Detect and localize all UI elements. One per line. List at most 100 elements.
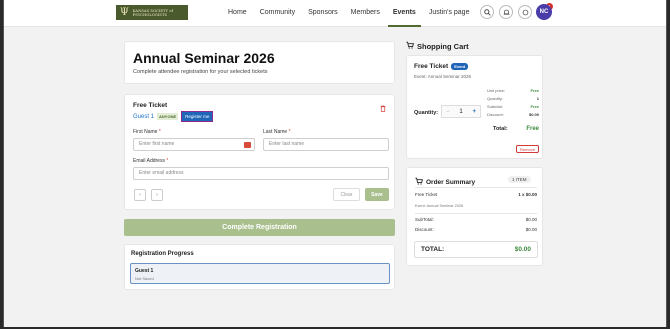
- password-manager-icon[interactable]: [244, 142, 251, 148]
- unit-price-label: Unit price:: [487, 88, 506, 93]
- summary-subtotal-value: $0.00: [525, 217, 537, 222]
- last-name-label: Last Name *: [263, 129, 291, 135]
- quantity-stepper[interactable]: − 1 +: [441, 105, 481, 118]
- first-name-field[interactable]: Enter first name: [133, 138, 255, 151]
- guest-progress-name: Guest 1: [135, 268, 154, 274]
- first-name-placeholder: Enter first name: [139, 141, 175, 147]
- discount-value: $0.00: [528, 112, 539, 117]
- qty-label: Quantity:: [414, 110, 439, 116]
- last-name-label-text: Last Name: [263, 129, 288, 135]
- next-guest-button[interactable]: ›: [151, 189, 163, 201]
- email-placeholder: Enter email address: [139, 170, 184, 176]
- order-summary-heading: Order Summary: [415, 177, 475, 187]
- divider: [415, 187, 537, 188]
- email-label: Email Address *: [133, 158, 168, 164]
- summary-discount-label: Discount:: [415, 227, 434, 232]
- nav-link-sponsors[interactable]: Sponsors: [303, 0, 343, 27]
- register-me-button[interactable]: Register me: [181, 111, 214, 122]
- unit-price-row: Unit price: Free: [487, 88, 539, 93]
- email-label-text: Email Address: [133, 158, 165, 164]
- guest-line: Guest 1 ANYONE Register me: [133, 111, 214, 122]
- order-summary-cart-icon: [415, 177, 424, 187]
- shopping-cart-title: Shopping Cart: [417, 41, 469, 51]
- anyone-badge: ANYONE: [157, 113, 179, 120]
- last-name-field[interactable]: Enter last name: [263, 138, 389, 151]
- decrement-button[interactable]: −: [446, 109, 450, 115]
- browser-frame: Ψ KANSAS SOCIETY of PSYCHOLOGISTS Home C…: [3, 0, 667, 327]
- discount-row: Discount: $0.00: [487, 112, 539, 117]
- top-nav: Ψ KANSAS SOCIETY of PSYCHOLOGISTS Home C…: [4, 0, 666, 27]
- page-title: Annual Seminar 2026: [133, 50, 275, 66]
- cart-item-title: Free Ticket: [414, 63, 449, 70]
- summary-subtotal-label: SubTotal:: [415, 217, 434, 222]
- items-count-badge: 1 ITEM: [508, 176, 531, 183]
- quantity-value: 1: [536, 96, 539, 101]
- subtotal-value: Free: [530, 104, 539, 109]
- discount-label: Discount:: [487, 112, 504, 117]
- summary-item-name: Free Ticket: [415, 192, 438, 197]
- cart-total-value: Free: [526, 126, 539, 132]
- prev-guest-button[interactable]: ‹: [134, 189, 146, 201]
- first-name-label: First Name *: [133, 129, 161, 135]
- nav-link-justins-page[interactable]: Justin's page: [424, 0, 475, 27]
- complete-registration-button[interactable]: Complete Registration: [124, 219, 395, 236]
- required-mark: *: [158, 129, 161, 135]
- subtotal-row: Subtotal: Free: [487, 104, 539, 109]
- order-summary-title: Order Summary: [426, 178, 476, 186]
- trash-icon[interactable]: [380, 105, 386, 114]
- summary-subtotal-row: SubTotal: $0.00: [415, 217, 537, 222]
- subtotal-label: Subtotal:: [487, 104, 503, 109]
- event-badge: Event: [451, 63, 469, 70]
- email-field[interactable]: Enter email address: [133, 167, 389, 180]
- user-avatar[interactable]: NC: [536, 4, 552, 20]
- summary-total-label: TOTAL:: [421, 246, 445, 253]
- logo-text: KANSAS SOCIETY of PSYCHOLOGISTS: [132, 8, 174, 17]
- search-icon[interactable]: [480, 5, 494, 19]
- cart-total-row: Total: Free: [493, 126, 539, 132]
- summary-item-row: Free Ticket 1 x $0.00: [415, 192, 537, 197]
- guest-progress-status: Not Saved: [135, 276, 154, 281]
- summary-total-value: $0.00: [514, 246, 531, 253]
- page-subtitle: Complete attendee registration for your …: [133, 69, 268, 75]
- cart-total-label: Total:: [493, 126, 508, 132]
- summary-discount-value: $0.00: [525, 227, 537, 232]
- nav-links: Home Community Sponsors Members Events J…: [223, 0, 477, 27]
- shopping-cart-heading: Shopping Cart: [406, 41, 469, 51]
- site-logo[interactable]: Ψ KANSAS SOCIETY of PSYCHOLOGISTS: [116, 5, 188, 20]
- cart-item-card: Free Ticket Event Event: Annual Seminar …: [406, 55, 543, 159]
- save-button[interactable]: Save: [365, 188, 389, 201]
- first-name-label-text: First Name: [133, 129, 158, 135]
- clear-button[interactable]: Clear: [333, 188, 360, 201]
- order-summary-card: Order Summary 1 ITEM Free Ticket 1 x $0.…: [406, 167, 543, 266]
- summary-total-box: TOTAL: $0.00: [414, 241, 538, 258]
- stepper-value: 1: [459, 108, 463, 115]
- unit-price-value: Free: [530, 88, 539, 93]
- nav-link-members[interactable]: Members: [346, 0, 385, 27]
- registration-progress-card: Registration Progress Guest 1 Not Saved: [124, 244, 395, 290]
- cart-heading-icon: [406, 41, 415, 51]
- psi-logo-icon: Ψ: [120, 6, 129, 18]
- nav-link-home[interactable]: Home: [223, 0, 252, 27]
- quantity-row: Quantity: 1: [487, 96, 539, 101]
- summary-item-qty-price: 1 x $0.00: [518, 192, 537, 197]
- guest-label: Guest 1: [133, 113, 155, 120]
- summary-item-event: Event: Annual Seminar 2026: [415, 204, 464, 208]
- chat-icon[interactable]: [518, 5, 532, 19]
- bell-icon[interactable]: [499, 5, 513, 19]
- guest-progress-item[interactable]: Guest 1 Not Saved: [130, 263, 390, 284]
- seminar-title-card: Annual Seminar 2026 Complete attendee re…: [124, 41, 395, 84]
- divider: [415, 213, 537, 214]
- progress-title: Registration Progress: [131, 251, 194, 257]
- increment-button[interactable]: +: [472, 109, 476, 115]
- cart-item-title-row: Free Ticket Event: [414, 63, 469, 70]
- last-name-placeholder: Enter last name: [269, 141, 305, 147]
- ticket-title: Free Ticket: [133, 102, 168, 109]
- nav-link-events[interactable]: Events: [387, 0, 421, 27]
- quantity-label: Quantity:: [487, 96, 504, 101]
- ticket-form-card: Free Ticket Guest 1 ANYONE Register me F…: [124, 94, 395, 210]
- remove-button[interactable]: Remove: [516, 145, 539, 153]
- summary-discount-row: Discount: $0.00: [415, 227, 537, 232]
- required-mark: *: [166, 158, 169, 164]
- nav-link-community[interactable]: Community: [255, 0, 300, 27]
- required-mark: *: [288, 129, 291, 135]
